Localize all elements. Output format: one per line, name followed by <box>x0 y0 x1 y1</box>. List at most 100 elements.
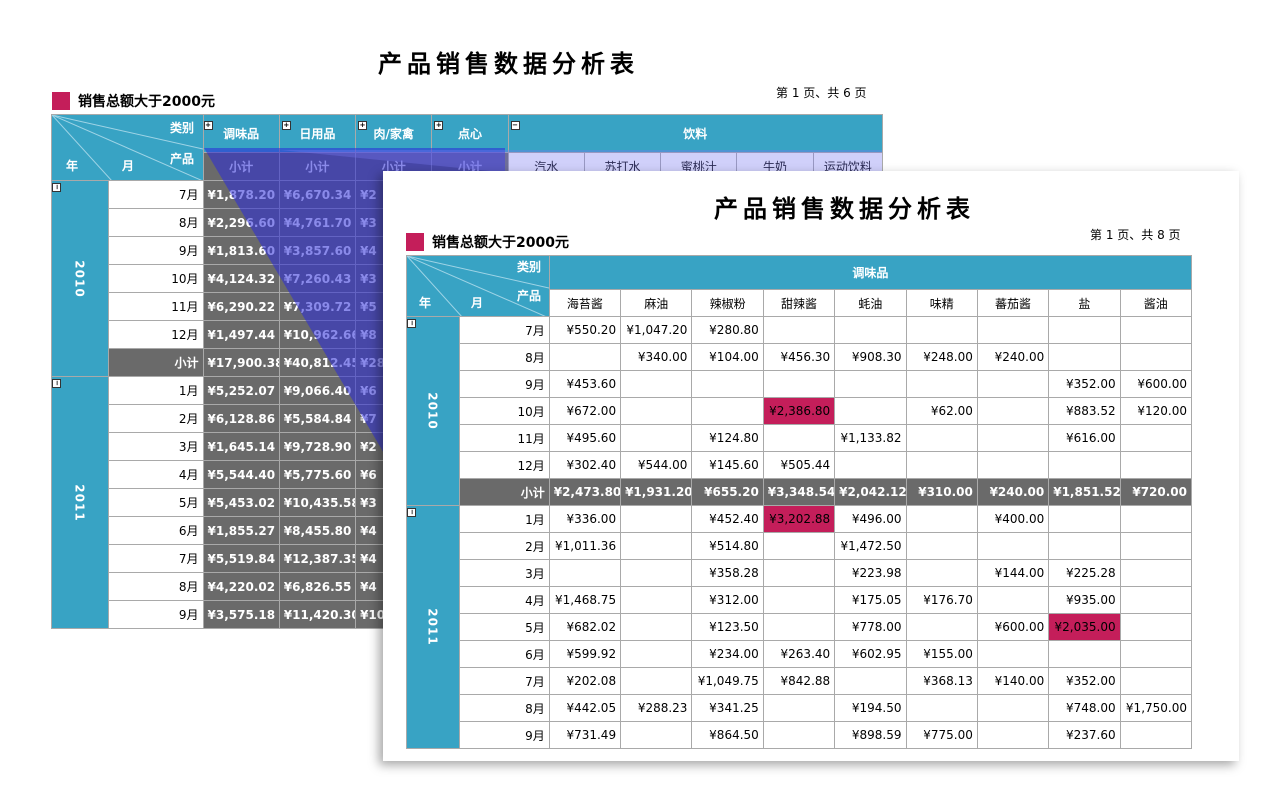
value-cell <box>548 343 622 371</box>
value-cell: ¥883.52 <box>1048 397 1121 425</box>
value-cell: ¥3,857.60 <box>278 236 357 265</box>
value-cell <box>905 532 978 560</box>
value-cell <box>762 424 836 452</box>
month-cell: 10月 <box>459 397 550 425</box>
front-report-page: 产品销售数据分析表 第 1 页、共 8 页 销售总额大于2000元 类别 产品 … <box>383 171 1239 761</box>
category-header-condiments[interactable]: + 调味品 <box>202 114 280 153</box>
value-cell <box>834 397 907 425</box>
value-cell <box>976 640 1050 668</box>
value-cell: ¥5,584.84 <box>278 404 357 433</box>
month-cell: 9月 <box>459 721 550 749</box>
value-cell <box>1048 505 1121 533</box>
value-cell <box>620 640 693 668</box>
month-cell: 8月 <box>108 208 204 237</box>
table-row: 6月 ¥599.92 ¥234.00 ¥263.40 ¥602.95 ¥155.00 <box>407 640 1193 668</box>
collapse-toggle-icon[interactable]: − <box>407 508 416 517</box>
value-cell: ¥1,468.75 <box>548 586 622 614</box>
category-header-daily[interactable]: + 日用品 <box>278 114 357 153</box>
front-subtitle-text: 销售总额大于2000元 <box>432 235 569 251</box>
value-cell <box>976 370 1050 398</box>
value-cell <box>620 370 693 398</box>
value-cell: ¥144.00 <box>976 559 1050 587</box>
value-cell: ¥1,472.50 <box>834 532 907 560</box>
value-cell: ¥496.00 <box>834 505 907 533</box>
collapse-toggle-icon[interactable]: − <box>407 319 416 328</box>
month-cell: 8月 <box>459 343 550 371</box>
year-cell[interactable]: − 2010 <box>405 316 461 506</box>
table-row: 9月 ¥453.60 ¥352.00 ¥600.00 <box>407 370 1193 398</box>
subtotal-header: 小计 <box>278 152 357 181</box>
value-cell: ¥1,645.14 <box>202 432 280 461</box>
collapse-toggle-icon[interactable]: − <box>52 379 61 388</box>
value-cell: ¥775.00 <box>905 721 978 749</box>
year-label: 2011 <box>426 608 441 646</box>
category-header-snacks[interactable]: + 点心 <box>431 114 509 153</box>
value-cell: ¥1,750.00 <box>1119 694 1193 722</box>
back-report-title: 产品销售数据分析表 <box>378 50 639 78</box>
value-cell <box>1048 343 1121 371</box>
value-cell <box>762 316 836 344</box>
month-cell: 2月 <box>108 404 204 433</box>
value-cell <box>620 559 693 587</box>
month-cell: 7月 <box>459 667 550 695</box>
back-page-info: 第 1 页、共 6 页 <box>776 86 867 100</box>
value-cell <box>620 613 693 641</box>
expand-toggle-icon[interactable]: + <box>281 121 291 130</box>
value-cell: ¥864.50 <box>691 721 764 749</box>
expand-toggle-icon[interactable]: + <box>204 121 213 130</box>
value-cell: ¥935.00 <box>1048 586 1121 614</box>
category-header-condiments[interactable]: 调味品 <box>548 255 1193 290</box>
front-pivot-table: 类别 产品 年 月 − 调味品 海苔酱麻油辣椒粉甜辣酱蚝油味精蕃茄酱盐酱油 − 2… <box>405 255 1193 749</box>
value-cell <box>1119 667 1193 695</box>
value-cell <box>762 370 836 398</box>
value-cell <box>834 370 907 398</box>
value-cell: ¥123.50 <box>691 613 764 641</box>
value-cell: ¥5,519.84 <box>202 544 280 573</box>
product-header: 辣椒粉 <box>691 289 764 317</box>
value-cell <box>976 424 1050 452</box>
year-cell[interactable]: − 2011 <box>405 505 461 749</box>
collapse-toggle-icon[interactable]: − <box>510 121 520 130</box>
month-cell: 5月 <box>459 613 550 641</box>
subtotal-cell: ¥3,348.54 <box>762 478 836 506</box>
category-header-drinks[interactable]: − 饮料 <box>507 114 884 153</box>
value-cell <box>762 586 836 614</box>
category-header-meat[interactable]: + 肉/家禽 <box>355 114 433 153</box>
value-cell: ¥225.28 <box>1048 559 1121 587</box>
front-subtitle: 销售总额大于2000元 <box>406 232 569 252</box>
value-cell <box>1119 424 1193 452</box>
value-cell <box>620 586 693 614</box>
month-cell: 8月 <box>108 572 204 601</box>
value-cell: ¥124.80 <box>691 424 764 452</box>
value-cell: ¥175.05 <box>834 586 907 614</box>
year-cell[interactable]: − 2011 <box>50 376 110 629</box>
value-cell: ¥288.23 <box>620 694 693 722</box>
product-header: 酱油 <box>1119 289 1193 317</box>
value-cell: ¥748.00 <box>1048 694 1121 722</box>
value-cell: ¥452.40 <box>691 505 764 533</box>
front-corner-header: 类别 产品 年 月 − <box>406 255 550 317</box>
corner-month-label: 月 <box>471 296 484 310</box>
value-cell: ¥10,962.66 <box>278 320 357 349</box>
value-cell: ¥599.92 <box>548 640 622 668</box>
year-cell[interactable]: − 2010 <box>50 180 110 377</box>
collapse-toggle-icon[interactable]: − <box>52 183 61 192</box>
expand-toggle-icon[interactable]: + <box>434 121 444 130</box>
value-cell: ¥223.98 <box>834 559 907 587</box>
month-cell: 11月 <box>459 424 550 452</box>
value-cell <box>1048 451 1121 479</box>
value-cell <box>1119 586 1193 614</box>
value-cell <box>1119 721 1193 749</box>
expand-toggle-icon[interactable]: + <box>358 121 368 130</box>
subtitle-marker-icon <box>52 92 70 110</box>
value-cell: ¥9,728.90 <box>278 432 357 461</box>
table-row: − 2011 1月 ¥336.00 ¥452.40 ¥3,202.88 ¥496.00 ¥40… <box>405 505 1193 749</box>
month-cell: 9月 <box>108 236 204 265</box>
table-row: 2月 ¥1,011.36 ¥514.80 ¥1,472.50 <box>407 532 1193 560</box>
value-cell <box>762 559 836 587</box>
value-cell: ¥237.60 <box>1048 721 1121 749</box>
subtotal-cell: ¥1,931.20 <box>620 478 693 506</box>
product-header: 海苔酱 <box>548 289 622 317</box>
month-cell: 12月 <box>459 451 550 479</box>
product-header: 味精 <box>905 289 978 317</box>
